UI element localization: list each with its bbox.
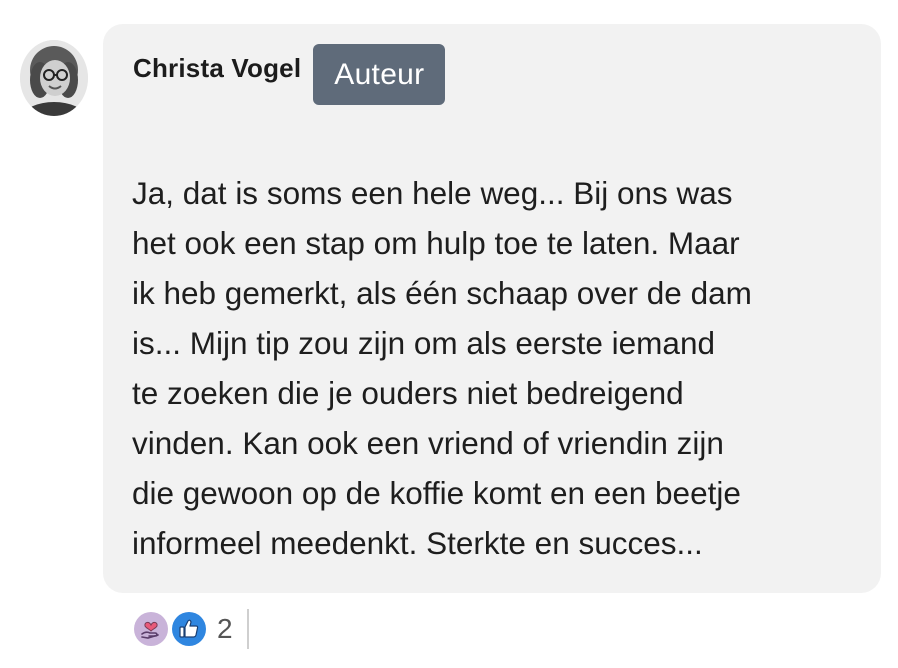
care-heart-icon[interactable] bbox=[134, 612, 168, 646]
reaction-count[interactable]: 2 bbox=[217, 611, 233, 647]
comment: Christa Vogel Auteur Ja, dat is soms een… bbox=[0, 0, 898, 668]
divider bbox=[246, 609, 249, 649]
comment-text: Ja, dat is soms een hele weg... Bij ons … bbox=[132, 175, 752, 561]
author-name[interactable]: Christa Vogel bbox=[133, 44, 301, 92]
avatar[interactable] bbox=[20, 40, 88, 116]
avatar-photo bbox=[20, 40, 88, 116]
comment-bubble: Christa Vogel Auteur Ja, dat is soms een… bbox=[103, 24, 881, 593]
reactions-bar[interactable]: 2 bbox=[134, 609, 249, 649]
thumbs-up-icon[interactable] bbox=[172, 612, 206, 646]
author-row: Christa Vogel Auteur bbox=[133, 44, 446, 105]
author-badge: Auteur bbox=[313, 44, 446, 105]
